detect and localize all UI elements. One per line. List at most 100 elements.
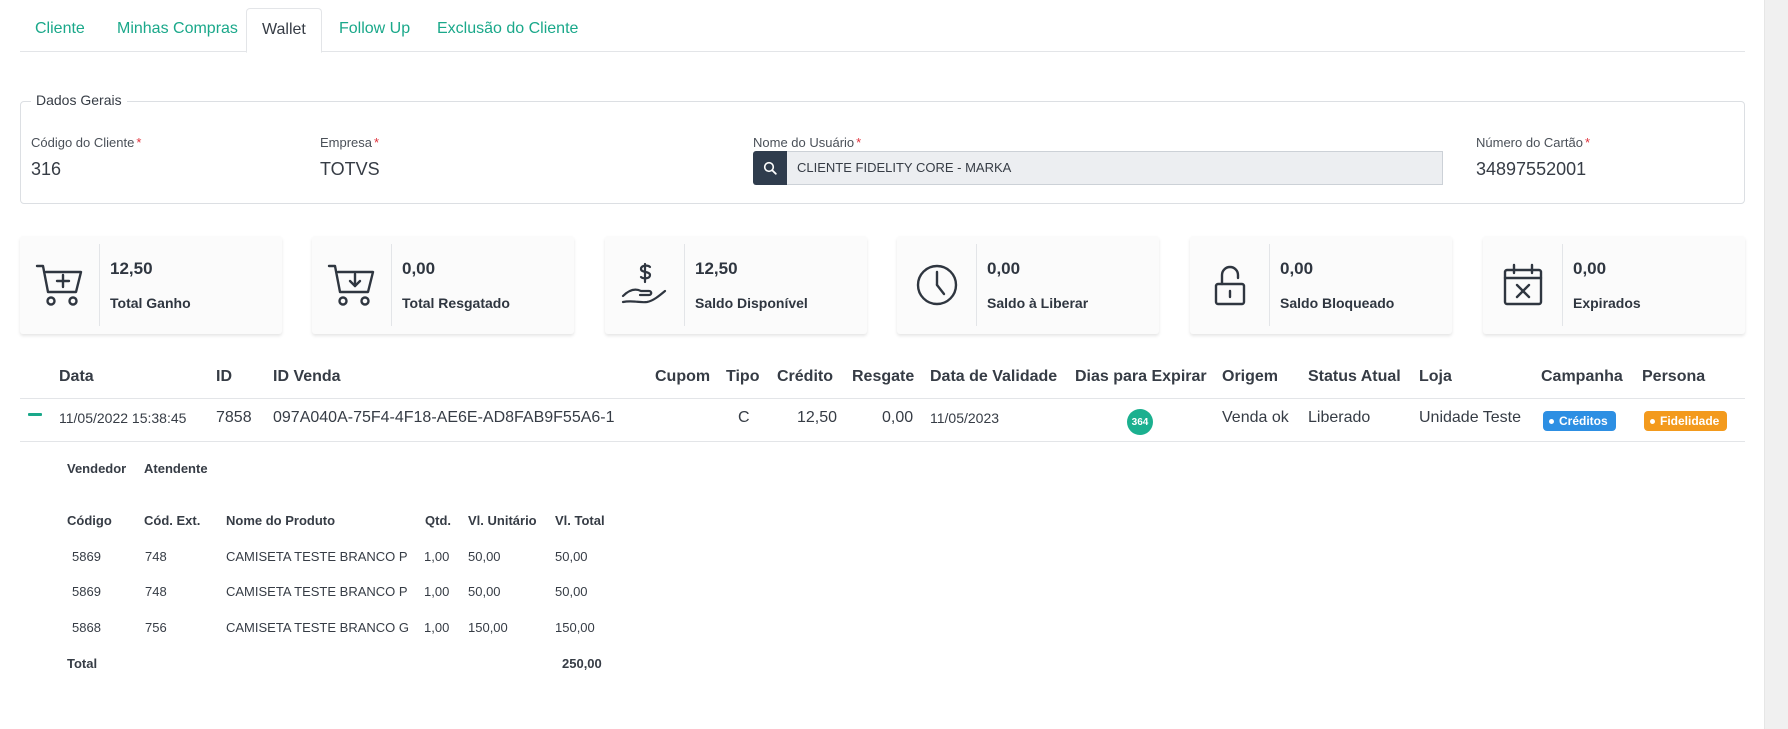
numero-cartao-value: 34897552001 — [1476, 159, 1587, 179]
card-total-resgatado: 0,00 Total Resgatado — [312, 236, 574, 334]
total-resgatado-amount: 0,00 — [402, 259, 436, 278]
detail-item-nome: CAMISETA TESTE BRANCO P — [226, 549, 408, 564]
card-expirados: 0,00 Expirados — [1483, 236, 1745, 334]
tab-cliente[interactable]: Cliente — [20, 8, 100, 52]
card-total-ganho: 12,50 Total Ganho — [20, 236, 282, 334]
saldo-bloqueado-amount: 0,00 — [1280, 259, 1314, 278]
saldo-liberar-label: Saldo à Liberar — [987, 295, 1089, 311]
row-divider — [20, 441, 1745, 442]
col-header-origem[interactable]: Origem — [1222, 368, 1278, 386]
saldo-liberar-amount: 0,00 — [987, 259, 1021, 278]
dias-expirar-badge: 364 — [1127, 409, 1153, 435]
detail-item-codigo: 5869 — [72, 549, 101, 564]
detail-item-qtd: 1,00 — [424, 584, 450, 599]
col-header-id-venda[interactable]: ID Venda — [273, 368, 341, 386]
cart-plus-icon — [35, 264, 82, 306]
detail-item-vl-total: 50,00 — [555, 584, 588, 599]
required-mark: * — [136, 135, 142, 150]
search-icon — [763, 161, 777, 175]
detail-header-nome-produto: Nome do Produto — [226, 513, 336, 528]
row-loja: Unidade Teste — [1419, 409, 1521, 426]
col-header-resgate[interactable]: Resgate — [852, 368, 914, 386]
row-resgate: 0,00 — [882, 409, 914, 426]
detail-item-cod-ext: 756 — [145, 620, 167, 635]
nome-usuario-input[interactable]: CLIENTE FIDELITY CORE - MARKA — [787, 151, 1443, 185]
card-saldo-disponivel: 12,50 Saldo Disponível — [605, 236, 867, 334]
total-ganho-label: Total Ganho — [110, 295, 191, 311]
detail-total-label: Total — [67, 656, 98, 671]
detail-item-vl-total: 50,00 — [555, 549, 588, 564]
required-mark: * — [856, 135, 862, 150]
detail-item-nome: CAMISETA TESTE BRANCO P — [226, 584, 408, 599]
codigo-cliente-field: Código do Cliente * 316 — [31, 135, 141, 180]
clock-icon — [916, 264, 957, 306]
expirados-label: Expirados — [1573, 295, 1641, 311]
page-scrollbar[interactable] — [1764, 0, 1788, 729]
empresa-field: Empresa * TOTVS — [320, 135, 380, 180]
col-header-loja[interactable]: Loja — [1419, 368, 1452, 386]
tab-wallet[interactable]: Wallet — [246, 8, 322, 53]
col-header-data[interactable]: Data — [59, 368, 94, 386]
detail-item-qtd: 1,00 — [424, 620, 450, 635]
calendar-x-icon — [1503, 263, 1542, 306]
persona-badge: Fidelidade — [1644, 411, 1728, 431]
dados-gerais-legend: Dados Gerais — [31, 92, 127, 108]
row-tipo: C — [738, 409, 750, 426]
numero-cartao-field: Número do Cartão * 34897552001 — [1476, 135, 1590, 180]
detail-item-vl-unitario: 50,00 — [468, 584, 501, 599]
required-mark: * — [374, 135, 380, 150]
col-header-credito[interactable]: Crédito — [777, 368, 833, 386]
numero-cartao-label: Número do Cartão * — [1476, 135, 1591, 150]
row-origem: Venda ok — [1222, 409, 1289, 426]
detail-item-vl-unitario: 150,00 — [468, 620, 508, 635]
search-button[interactable] — [753, 151, 787, 185]
col-header-tipo[interactable]: Tipo — [726, 368, 759, 386]
dados-gerais-panel: Dados Gerais Código do Cliente * 316 Empr… — [20, 92, 1745, 204]
col-header-persona[interactable]: Persona — [1642, 368, 1705, 386]
tab-follow-up[interactable]: Follow Up — [324, 8, 425, 52]
detail-header-vl-unitario: Vl. Unitário — [468, 513, 537, 528]
detail-header-qtd: Qtd. — [425, 513, 451, 528]
detail-item-vl-unitario: 50,00 — [468, 549, 501, 564]
vendedor-label: Vendedor — [67, 461, 127, 476]
detail-item-cod-ext: 748 — [145, 549, 167, 564]
nome-usuario-field: Nome do Usuário * — [753, 135, 861, 150]
tab-bar: Cliente Minhas Compras Wallet Follow Up … — [20, 8, 1745, 53]
detail-item-vl-total: 150,00 — [555, 620, 595, 635]
row-id-venda: 097A040A-75F4-4F18-AE6E-AD8FAB9F55A6-1 — [273, 409, 615, 426]
row-id: 7858 — [216, 409, 252, 426]
detail-item-nome: CAMISETA TESTE BRANCO G — [226, 620, 409, 635]
collapse-row-icon[interactable] — [28, 413, 42, 416]
col-header-cupom[interactable]: Cupom — [655, 368, 710, 386]
saldo-disponivel-amount: 12,50 — [695, 259, 738, 278]
col-header-dias-expirar[interactable]: Dias para Expirar — [1075, 368, 1207, 386]
atendente-label: Atendente — [144, 461, 208, 476]
tab-exclusao-do-cliente[interactable]: Exclusão do Cliente — [422, 8, 593, 52]
badge-dot-icon — [1650, 418, 1655, 424]
codigo-cliente-value: 316 — [31, 159, 62, 179]
detail-header-cod-ext: Cód. Ext. — [144, 513, 201, 528]
required-mark: * — [1584, 135, 1591, 150]
detail-item-codigo: 5868 — [72, 620, 101, 635]
detail-item-qtd: 1,00 — [424, 549, 450, 564]
total-ganho-amount: 12,50 — [110, 259, 153, 278]
nome-usuario-label: Nome do Usuário * — [753, 135, 862, 150]
col-header-status-atual[interactable]: Status Atual — [1308, 368, 1401, 386]
row-status: Liberado — [1308, 409, 1371, 426]
col-header-id[interactable]: ID — [216, 368, 232, 386]
expirados-amount: 0,00 — [1573, 259, 1607, 278]
row-credito: 12,50 — [797, 409, 838, 426]
detail-header-codigo: Código — [67, 513, 112, 528]
tab-minhas-compras[interactable]: Minhas Compras — [102, 8, 253, 52]
row-data: 11/05/2022 15:38:45 — [59, 410, 187, 426]
codigo-cliente-label: Código do Cliente * — [31, 135, 142, 150]
cart-download-icon — [327, 264, 374, 306]
saldo-disponivel-label: Saldo Disponível — [695, 295, 808, 311]
detail-total-value: 250,00 — [562, 656, 602, 671]
col-header-data-validade[interactable]: Data de Validade — [930, 368, 1057, 386]
col-header-campanha[interactable]: Campanha — [1541, 368, 1623, 386]
row-data-validade: 11/05/2023 — [930, 410, 1000, 426]
padlock-open-icon — [1214, 265, 1245, 306]
total-resgatado-label: Total Resgatado — [402, 295, 510, 311]
detail-header-vl-total: Vl. Total — [555, 513, 605, 528]
